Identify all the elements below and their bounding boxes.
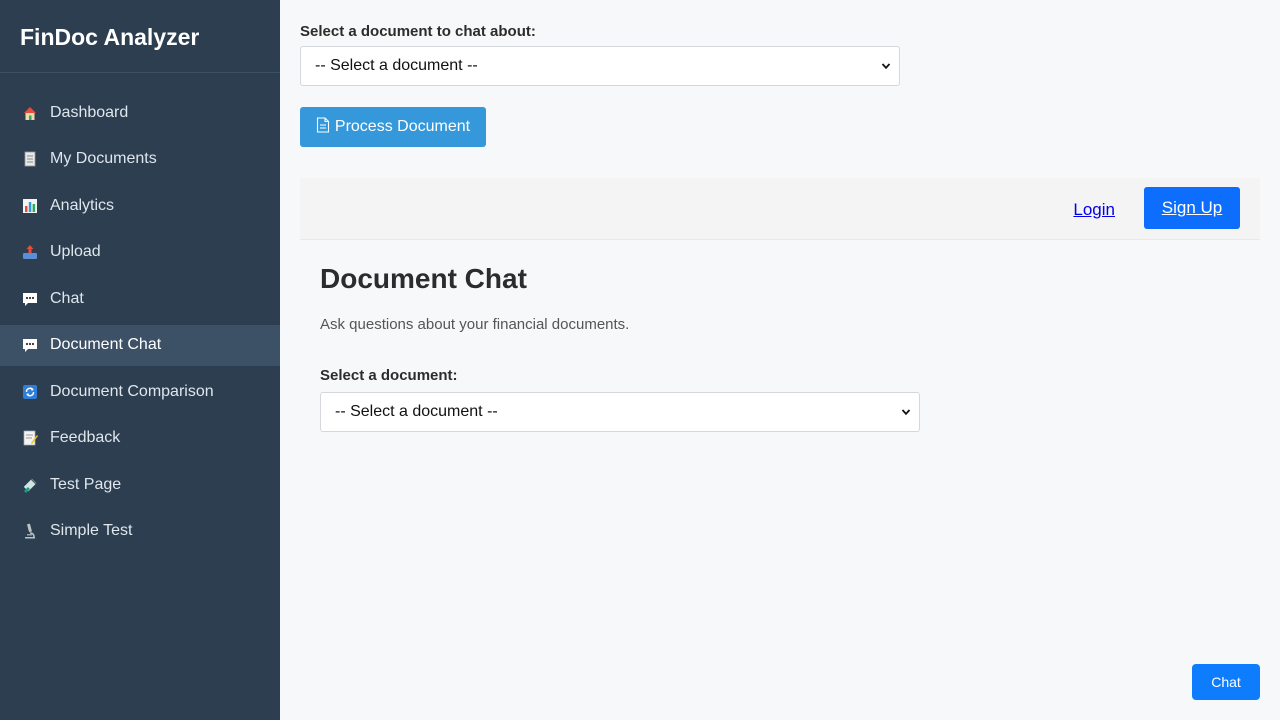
sidebar: FinDoc Analyzer Dashboard My Documents A… — [0, 0, 280, 720]
sidebar-item-label: Chat — [50, 289, 84, 307]
page-subtitle: Ask questions about your financial docum… — [320, 316, 630, 333]
sidebar-item-label: Test Page — [50, 475, 122, 493]
memo-icon — [22, 430, 38, 446]
sidebar-item-label: Dashboard — [50, 103, 129, 121]
sidebar-item-document-comparison[interactable]: Document Comparison — [0, 371, 280, 412]
sidebar-item-my-documents[interactable]: My Documents — [0, 139, 280, 180]
sidebar-item-analytics[interactable]: Analytics — [0, 185, 280, 226]
login-link[interactable]: Login — [1073, 200, 1115, 220]
select-value: -- Select a document -- — [315, 57, 478, 74]
sidebar-item-document-chat[interactable]: Document Chat — [0, 324, 280, 366]
sidebar-item-test-page[interactable]: Test Page — [0, 464, 280, 505]
sign-up-label: Sign Up — [1161, 198, 1223, 217]
sidebar-item-label: Feedback — [50, 429, 121, 446]
sidebar-item-label: Simple Test — [50, 522, 133, 539]
speech-bubble-icon — [22, 337, 38, 353]
top-document-select[interactable]: -- Select a document -- — [300, 46, 900, 86]
auth-bar: Login Sign Up — [300, 178, 1260, 240]
process-document-label: Process Document — [334, 118, 471, 135]
bar-chart-icon — [22, 198, 38, 214]
document-select-label: Select a document to chat about: — [300, 23, 536, 40]
sidebar-item-label: My Documents — [50, 150, 157, 167]
process-document-button[interactable]: Process Document — [300, 107, 486, 147]
document-icon — [316, 117, 329, 133]
house-icon — [22, 105, 38, 121]
select-value: -- Select a document -- — [335, 403, 498, 420]
speech-bubble-icon — [22, 291, 38, 307]
sidebar-item-label: Document Chat — [50, 336, 162, 353]
sidebar-item-label: Analytics — [50, 196, 115, 214]
sign-up-button[interactable]: Sign Up — [1144, 187, 1240, 229]
sidebar-item-upload[interactable]: Upload — [0, 232, 280, 273]
sidebar-item-simple-test[interactable]: Simple Test — [0, 511, 280, 552]
page-title: Document Chat — [320, 263, 527, 294]
test-tube-icon — [22, 477, 38, 493]
upload-tray-icon — [22, 244, 38, 260]
app-brand: FinDoc Analyzer — [0, 0, 280, 73]
sidebar-item-feedback[interactable]: Feedback — [0, 418, 280, 459]
sidebar-item-chat[interactable]: Chat — [0, 278, 280, 319]
chevron-down-icon — [881, 63, 891, 70]
chevron-down-icon — [901, 409, 911, 416]
document-icon — [22, 151, 38, 167]
sidebar-item-label: Upload — [50, 243, 101, 260]
floating-chat-button[interactable]: Chat — [1192, 664, 1260, 700]
microscope-icon — [22, 523, 38, 539]
sidebar-item-label: Document Comparison — [50, 382, 214, 400]
document-select-label: Select a document: — [320, 367, 458, 384]
document-select[interactable]: -- Select a document -- — [320, 392, 920, 432]
sidebar-nav: Dashboard My Documents Analytics Upload … — [0, 73, 280, 552]
sidebar-item-dashboard[interactable]: Dashboard — [0, 92, 280, 133]
refresh-icon — [22, 384, 38, 400]
chat-button-label: Chat — [1211, 674, 1241, 690]
